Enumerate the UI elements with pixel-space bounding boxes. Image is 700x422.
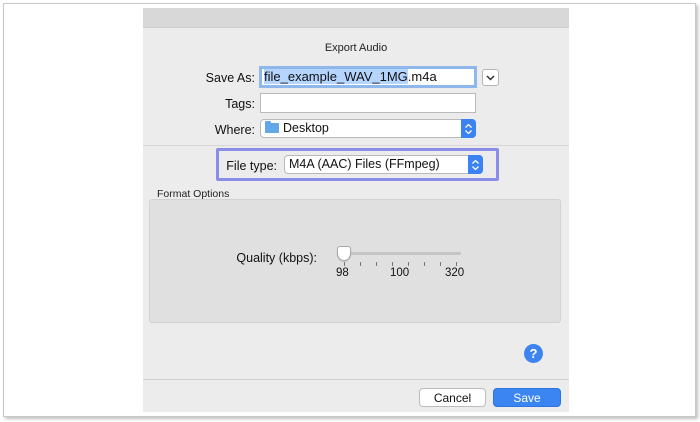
quality-label: Quality (kbps): (236, 251, 317, 265)
quality-tick-label-max: 320 (445, 267, 465, 279)
cancel-button[interactable]: Cancel (419, 388, 486, 407)
tags-input[interactable] (260, 93, 476, 113)
slider-tick (456, 262, 457, 266)
filename-extension-text: .m4a (407, 69, 437, 84)
slider-tick (376, 262, 377, 266)
file-type-popup[interactable]: M4A (AAC) Files (FFmpeg) (284, 155, 483, 174)
expand-browser-button[interactable] (482, 69, 499, 86)
format-options-box (149, 199, 561, 323)
where-popup[interactable]: Desktop (260, 119, 476, 138)
slider-tick (360, 262, 361, 266)
slider-tick (344, 262, 345, 266)
tags-label: Tags: (225, 97, 255, 111)
save-as-label: Save As: (205, 71, 255, 85)
where-value: Desktop (283, 121, 329, 135)
save-as-input[interactable]: file_example_WAV_1MG.m4a (259, 66, 477, 88)
folder-icon (265, 121, 279, 133)
save-button[interactable]: Save (493, 388, 561, 407)
export-audio-dialog: Export Audio Save As: file_example_WAV_1… (143, 8, 569, 412)
slider-tick (392, 262, 393, 266)
file-type-value: M4A (AAC) Files (FFmpeg) (289, 157, 440, 171)
slider-tick (440, 262, 441, 266)
quality-slider-thumb[interactable] (337, 246, 351, 261)
section-divider (143, 145, 569, 146)
file-type-label: File type: (226, 159, 277, 173)
quality-tick-label-min: 98 (336, 267, 349, 279)
quality-slider-track[interactable] (343, 252, 461, 255)
chevron-down-icon (486, 74, 495, 81)
popup-arrows-icon (468, 155, 483, 174)
where-label: Where: (214, 123, 255, 137)
popup-arrows-icon (461, 119, 476, 138)
slider-tick (408, 262, 409, 266)
dialog-titlebar[interactable] (143, 8, 569, 28)
slider-tick (424, 262, 425, 266)
dialog-title: Export Audio (324, 42, 388, 54)
quality-tick-label-mid: 100 (390, 267, 410, 279)
footer-divider (143, 379, 569, 380)
help-button[interactable]: ? (524, 344, 543, 363)
filename-selected-text: file_example_WAV_1MG (264, 69, 408, 84)
